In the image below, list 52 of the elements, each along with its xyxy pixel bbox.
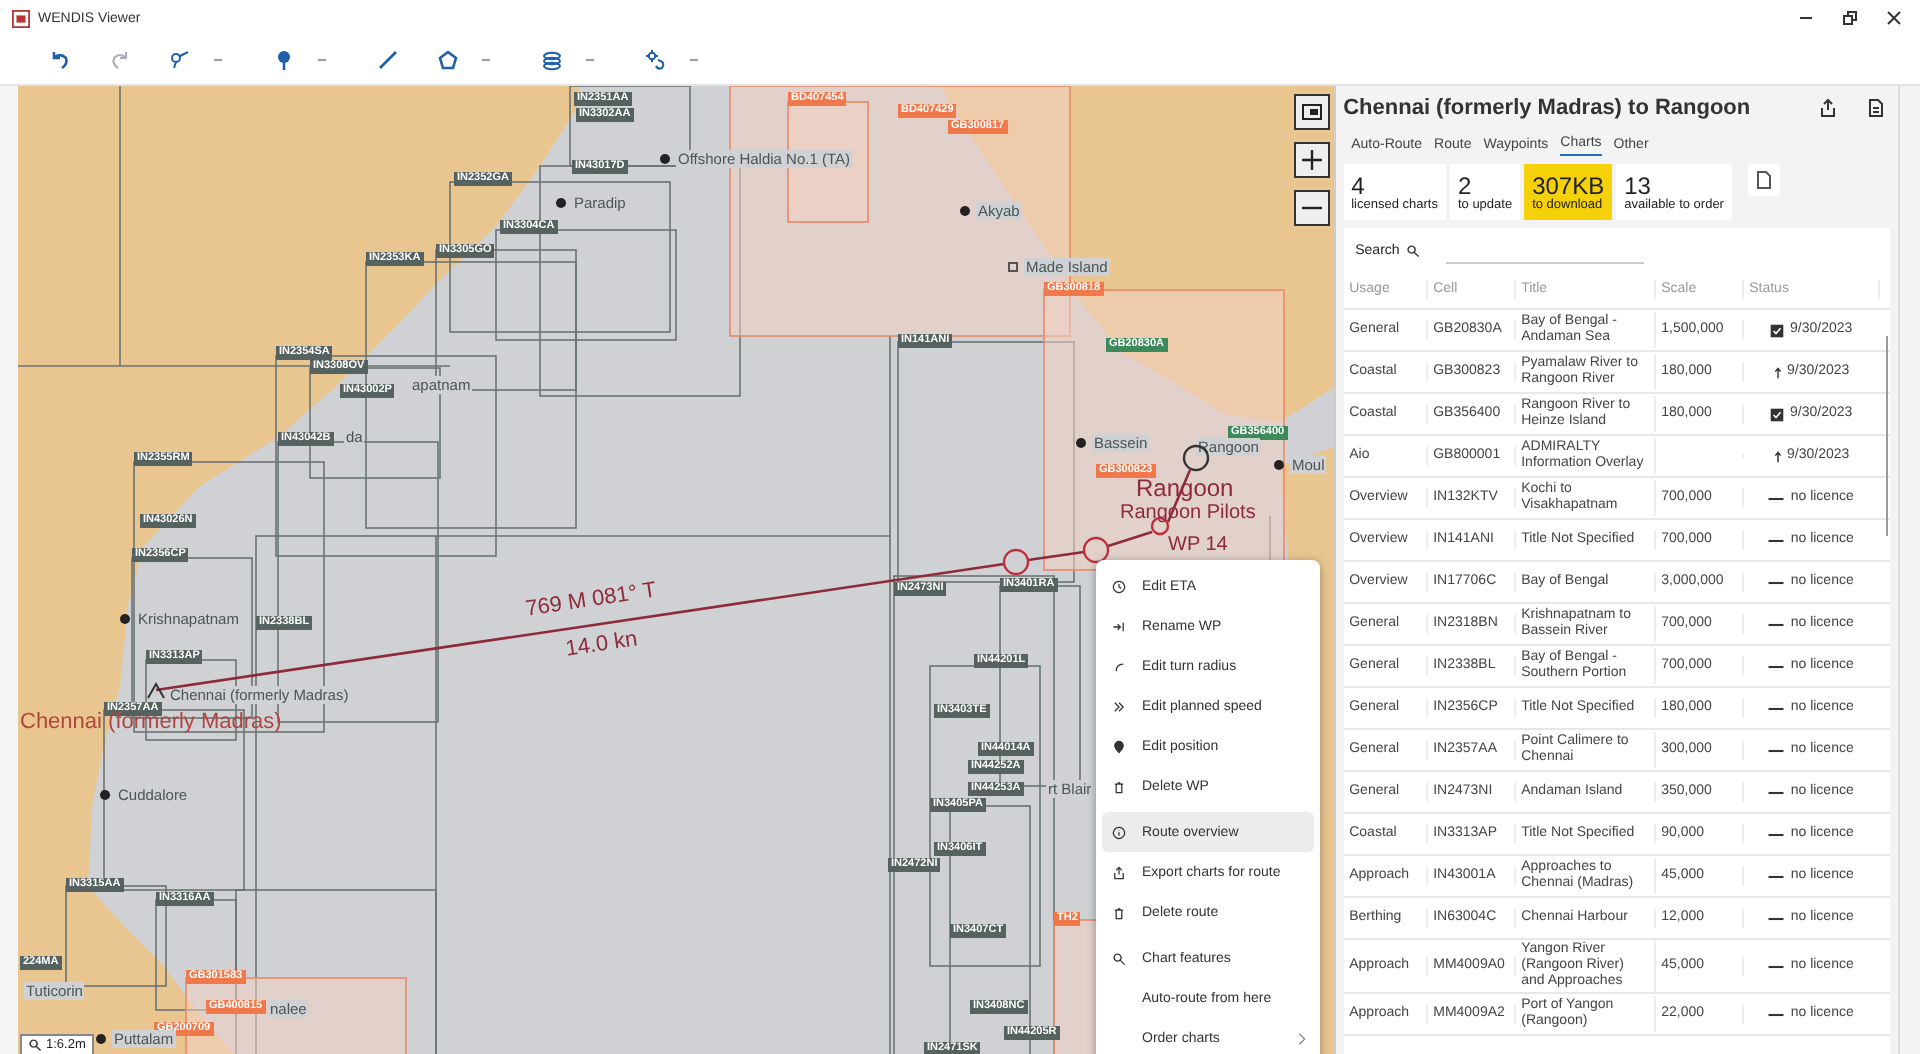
app-logo	[12, 9, 30, 27]
screen-icon	[1299, 100, 1324, 124]
search-icon	[1405, 243, 1420, 257]
dropdown-caret-icon[interactable]	[688, 58, 700, 62]
leg-distance-bearing: 769 M 081° T	[524, 578, 659, 622]
zoom-in-button[interactable]	[1293, 142, 1330, 178]
trash-icon	[1112, 905, 1126, 919]
document-icon	[1753, 170, 1774, 190]
place-marker-icon	[96, 1034, 106, 1044]
plus-icon	[1299, 148, 1324, 172]
clock-icon	[1112, 579, 1126, 593]
chart-view-button[interactable]	[1293, 94, 1330, 130]
dropdown-caret-icon[interactable]	[584, 58, 596, 62]
info-icon	[1112, 825, 1126, 839]
count-value: 2	[1457, 173, 1473, 197]
double-chevron-icon	[1112, 699, 1126, 713]
polygon-icon	[434, 48, 462, 72]
search-icon	[28, 1038, 42, 1052]
place-marker-icon	[660, 154, 670, 164]
layers-icon	[538, 48, 566, 72]
trash-icon	[1112, 779, 1126, 793]
route-icon	[166, 48, 194, 72]
sun-moon-icon	[642, 48, 670, 72]
route-title: Chennai (formerly Madras) to Rangoon	[1343, 96, 1753, 120]
pin-icon	[1112, 739, 1126, 753]
count-value: 13	[1624, 173, 1651, 197]
zoom-out-button[interactable]	[1293, 190, 1330, 226]
place-marker-icon	[100, 790, 110, 800]
leg-speed: 14.0 kn	[564, 627, 639, 662]
place-marker-icon	[1076, 438, 1086, 448]
document-icon	[1866, 98, 1887, 118]
close-icon	[1884, 8, 1904, 28]
place-marker-icon	[1008, 262, 1018, 272]
count-value: 307KB	[1532, 173, 1605, 197]
dropdown-caret-icon[interactable]	[480, 58, 492, 62]
count-value: 4	[1351, 173, 1365, 197]
rename-icon	[1112, 619, 1126, 633]
line-icon	[374, 48, 402, 72]
arc-icon	[1112, 659, 1126, 673]
place-marker-icon	[1274, 460, 1284, 470]
place-marker-icon	[120, 614, 130, 624]
dropdown-caret-icon[interactable]	[316, 58, 328, 62]
export-icon	[1112, 865, 1126, 879]
share-icon	[1818, 98, 1839, 118]
document-button[interactable]	[1747, 164, 1780, 196]
dropdown-caret-icon[interactable]	[212, 58, 224, 62]
restore-icon	[1840, 8, 1860, 28]
search-icon	[1112, 951, 1126, 965]
route-start-label: Chennai (formerly Madras)	[20, 710, 282, 734]
place-marker-icon	[556, 198, 566, 208]
place-marker-icon	[960, 206, 970, 216]
waypoint-label: WP 14	[1168, 534, 1228, 558]
